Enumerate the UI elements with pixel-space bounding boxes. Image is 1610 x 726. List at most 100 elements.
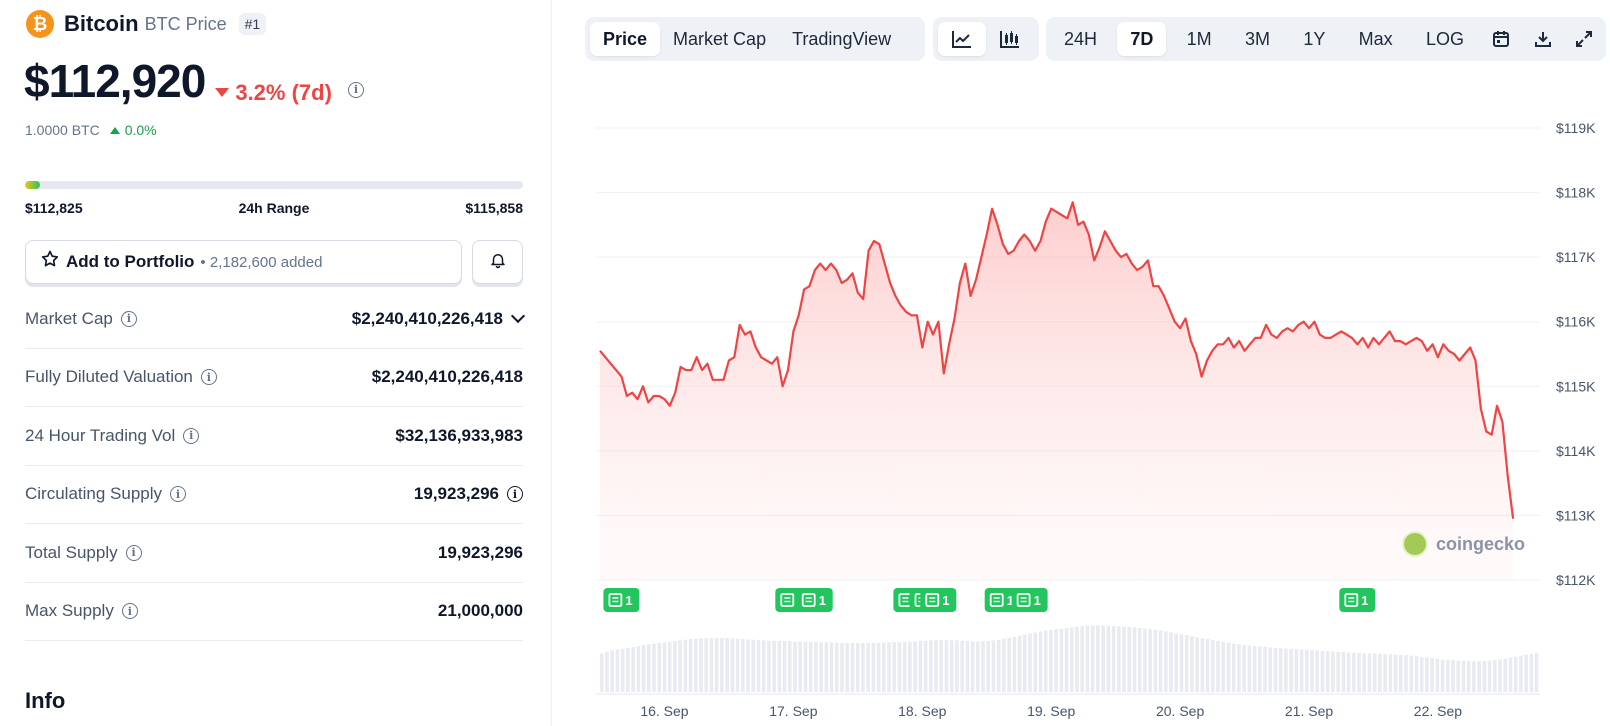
volume-bar: [861, 643, 865, 692]
volume-bar: [949, 640, 954, 692]
volume-bar: [1059, 628, 1064, 692]
newspaper-icon: [925, 593, 940, 607]
newspaper-icon: [608, 593, 623, 607]
newspaper-icon: [780, 593, 795, 607]
volume-bar: [1461, 660, 1466, 692]
news-marker-count: 1: [625, 593, 632, 608]
price-chart[interactable]: 111111111 $112K$113K$114K$115K$116K$117K…: [0, 0, 1610, 726]
volume-bar: [720, 638, 724, 692]
volume-bar: [652, 643, 656, 692]
volume-bar: [1085, 625, 1090, 692]
volume-bar: [605, 651, 609, 692]
volume-bar: [694, 638, 698, 692]
volume-bar: [929, 640, 933, 692]
volume-bar: [991, 640, 996, 692]
volume-bar: [1111, 626, 1116, 692]
volume-bar: [1435, 658, 1440, 692]
volume-bar: [986, 641, 990, 692]
newspaper-icon: [1344, 593, 1359, 607]
y-tick-label: $117K: [1556, 249, 1596, 265]
volume-bar: [1101, 625, 1105, 692]
news-marker[interactable]: 1: [1011, 588, 1048, 612]
volume-bar: [1007, 638, 1011, 692]
volume-bar: [1064, 627, 1069, 692]
volume-bar: [1117, 626, 1121, 692]
volume-bar: [970, 641, 975, 692]
volume-bar: [1075, 626, 1079, 692]
volume-bar: [1242, 644, 1246, 692]
volume-bar: [620, 648, 625, 692]
volume-bar: [1294, 649, 1299, 692]
volume-bar: [1372, 653, 1377, 692]
x-tick-label: 17. Sep: [769, 703, 817, 719]
volume-bar: [1393, 654, 1398, 692]
volume-bar: [803, 641, 808, 692]
volume-bar: [1299, 649, 1304, 692]
news-marker-count: 1: [942, 593, 949, 608]
volume-bar: [913, 641, 917, 692]
news-marker[interactable]: 1: [920, 588, 957, 612]
volume-bar: [1362, 653, 1366, 692]
volume-bar: [1310, 650, 1314, 692]
volume-bar: [1132, 627, 1137, 692]
coingecko-watermark: coingecko: [1402, 531, 1525, 557]
volume-bar: [808, 641, 813, 692]
volume-bar: [662, 642, 667, 692]
volume-bar: [960, 640, 964, 692]
volume-bar: [626, 648, 630, 692]
volume-bar: [756, 640, 761, 692]
y-axis-labels: $112K $113K $114K $115K $116K $117K $118K $119K: [1556, 120, 1596, 588]
volume-bar: [1498, 659, 1502, 692]
volume-bar: [1273, 648, 1278, 692]
volume-bar: [1127, 627, 1131, 692]
volume-bar: [730, 638, 735, 692]
volume-bar: [1529, 653, 1534, 692]
volume-bar: [788, 641, 792, 692]
volume-bar: [1038, 631, 1043, 692]
volume-bar: [1430, 658, 1434, 692]
volume-bar: [1090, 625, 1095, 692]
volume-bar: [902, 641, 907, 692]
volume-bar: [996, 639, 1001, 692]
volume-bar: [767, 640, 771, 692]
news-marker[interactable]: 1: [796, 588, 833, 612]
volume-bar: [955, 640, 959, 692]
volume-bar: [673, 641, 677, 692]
volume-bar: [1508, 657, 1513, 692]
volume-bar: [1513, 656, 1518, 692]
volume-bar: [1519, 655, 1523, 692]
news-marker-count: 1: [1034, 593, 1041, 608]
news-marker[interactable]: 1: [1339, 588, 1376, 612]
news-marker[interactable]: 1: [603, 588, 640, 612]
volume-bar: [1017, 635, 1022, 692]
volume-bar: [1367, 653, 1372, 692]
volume-bar: [876, 642, 881, 692]
volume-bar: [1070, 627, 1074, 692]
volume-bar: [840, 643, 844, 692]
volume-bar: [882, 642, 886, 692]
volume-bar: [1268, 647, 1272, 692]
volume-bar: [1284, 648, 1288, 692]
x-tick-label: 18. Sep: [898, 703, 946, 719]
volume-bar: [829, 642, 834, 692]
volume-bar: [1169, 632, 1173, 692]
volume-bar: [1216, 641, 1220, 692]
volume-bar: [1028, 633, 1032, 692]
volume-bar: [1195, 637, 1199, 692]
volume-bar: [1122, 626, 1126, 692]
volume-bar: [1226, 642, 1231, 692]
news-markers[interactable]: 111111111: [603, 588, 1376, 612]
y-tick-label: $113K: [1556, 507, 1596, 523]
volume-bar: [1482, 660, 1487, 692]
volume-bar: [1137, 627, 1142, 692]
newspaper-icon: [1016, 593, 1031, 607]
volume-bar: [1289, 648, 1293, 692]
volume-bar: [1487, 660, 1492, 692]
volume-bar: [850, 643, 855, 692]
volume-bar: [761, 640, 766, 692]
volume-bar: [965, 640, 970, 692]
x-tick-label: 22. Sep: [1414, 703, 1462, 719]
volume-bar: [735, 638, 740, 692]
volume-bar: [1158, 630, 1163, 692]
volume-bar: [704, 638, 708, 692]
